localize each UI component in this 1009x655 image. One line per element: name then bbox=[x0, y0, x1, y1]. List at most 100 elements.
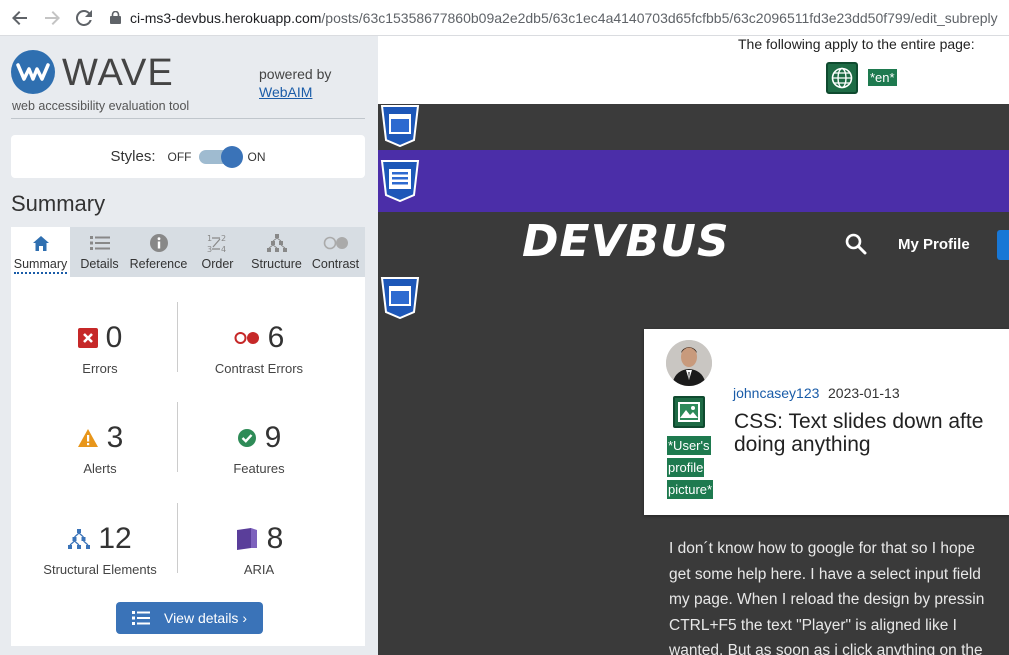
tab-label: Contrast bbox=[311, 257, 360, 271]
summary-panel: 0 Errors 6 Contrast Errors 3 Alerts 9 Fe… bbox=[11, 277, 365, 646]
view-details-label: View details › bbox=[163, 610, 247, 626]
aria-stat[interactable]: 8 ARIA bbox=[176, 522, 342, 577]
list-icon bbox=[89, 233, 110, 253]
structural-icon bbox=[68, 529, 91, 549]
list-icon bbox=[131, 611, 150, 625]
alt-text-line: profile bbox=[667, 458, 705, 477]
url-host: ci-ms3-devbus.herokuapp.com bbox=[130, 9, 322, 26]
post-body: I don´t know how to google for that so I… bbox=[669, 536, 1009, 655]
info-icon bbox=[149, 233, 168, 253]
top-strip bbox=[378, 104, 1009, 150]
post-body-line: I don´t know how to google for that so I… bbox=[669, 540, 975, 557]
tab-contrast[interactable]: Contrast bbox=[306, 227, 365, 277]
contrast-errors-stat[interactable]: 6 Contrast Errors bbox=[176, 321, 342, 376]
forward-arrow-icon[interactable] bbox=[36, 2, 68, 34]
home-icon bbox=[32, 233, 50, 253]
url-path: /posts/63c15358677860b09a2e2db5/63c1ec4a… bbox=[321, 9, 998, 26]
errors-label: Errors bbox=[82, 361, 118, 376]
tab-label: Structure bbox=[251, 257, 302, 271]
webaim-link[interactable]: WebAIM bbox=[259, 84, 312, 100]
language-tag: *en* bbox=[868, 69, 897, 86]
post-author-link[interactable]: johncasey123 bbox=[733, 385, 819, 401]
aria-icon bbox=[235, 527, 259, 551]
browser-toolbar: ci-ms3-devbus.herokuapp.com/posts/63c153… bbox=[0, 0, 1009, 36]
error-icon bbox=[77, 328, 98, 348]
toggle-knob bbox=[220, 145, 243, 168]
features-count: 9 bbox=[264, 421, 282, 454]
tab-details[interactable]: Details bbox=[70, 227, 129, 277]
tab-structure[interactable]: Structure bbox=[247, 227, 306, 277]
tab-label: Reference bbox=[129, 257, 188, 271]
lock-icon bbox=[108, 11, 122, 25]
post-body-line: wanted. But as soon as i click anything … bbox=[669, 642, 983, 655]
aria-landmark-icon[interactable] bbox=[380, 105, 420, 148]
alerts-label: Alerts bbox=[83, 461, 117, 476]
entire-page-notice: The following apply to the entire page: bbox=[738, 36, 975, 52]
order-icon: 12 3 4 bbox=[207, 233, 229, 253]
post-title-line: doing anything bbox=[734, 433, 871, 456]
tab-summary[interactable]: Summary bbox=[11, 227, 70, 277]
features-label: Features bbox=[233, 461, 285, 476]
styles-label: Styles: bbox=[110, 148, 156, 165]
search-icon[interactable] bbox=[845, 233, 867, 255]
language-globe-icon[interactable] bbox=[826, 62, 858, 94]
svg-text:4: 4 bbox=[221, 245, 226, 253]
post-card: *User's profile picture* johncasey123 20… bbox=[644, 329, 1009, 515]
address-bar[interactable]: ci-ms3-devbus.herokuapp.com/posts/63c153… bbox=[108, 4, 1009, 32]
my-profile-link[interactable]: My Profile bbox=[898, 236, 970, 253]
back-arrow-icon[interactable] bbox=[4, 2, 36, 34]
styles-toggle-box: Styles: OFF ON bbox=[11, 135, 365, 178]
devbus-logo[interactable]: DEVBUS bbox=[522, 216, 730, 267]
view-details-button[interactable]: View details › bbox=[116, 602, 263, 634]
post-title-line: CSS: Text slides down afte bbox=[734, 410, 984, 433]
powered-by-text: powered by bbox=[259, 66, 332, 82]
aria-label: ARIA bbox=[243, 562, 275, 577]
reload-icon[interactable] bbox=[68, 2, 100, 34]
svg-text:2: 2 bbox=[221, 234, 226, 243]
tab-label: Summary bbox=[13, 257, 68, 274]
errors-count: 0 bbox=[105, 321, 123, 354]
post-title: CSS: Text slides down afte doing anythin… bbox=[734, 410, 1009, 456]
post-body-line: my page. When I reload the design by pre… bbox=[669, 591, 985, 608]
styles-toggle[interactable] bbox=[198, 145, 243, 168]
aria-main-landmark-icon[interactable] bbox=[380, 277, 420, 320]
post-body-line: CTRL+F5 the text "Player" is aligned lik… bbox=[669, 616, 957, 634]
features-stat[interactable]: 9 Features bbox=[176, 421, 342, 476]
feature-check-icon bbox=[237, 428, 257, 448]
structure-icon bbox=[266, 233, 287, 253]
tab-order[interactable]: 12 3 4 Order bbox=[188, 227, 247, 277]
header-divider bbox=[11, 118, 365, 119]
wave-tabs: Summary Details Reference 12 3 4 Order Str… bbox=[11, 227, 365, 277]
structural-count: 12 bbox=[98, 522, 132, 555]
wave-header: WAVE web accessibility evaluation tool p… bbox=[0, 36, 378, 120]
structural-stat[interactable]: 12 Structural Elements bbox=[17, 522, 183, 577]
evaluated-page: The following apply to the entire page: … bbox=[378, 36, 1009, 655]
tab-label: Order bbox=[201, 257, 234, 271]
wave-sidebar: WAVE web accessibility evaluation tool p… bbox=[0, 36, 378, 655]
alert-icon bbox=[77, 428, 99, 448]
tab-reference[interactable]: Reference bbox=[129, 227, 188, 277]
post-date: 2023-01-13 bbox=[828, 385, 900, 401]
alt-text-line: *User's bbox=[667, 436, 711, 455]
styles-on-label: ON bbox=[247, 149, 266, 164]
aria-count: 8 bbox=[266, 522, 284, 555]
contrast-error-icon bbox=[234, 331, 260, 345]
wave-logo-icon bbox=[11, 50, 55, 94]
tab-label: Details bbox=[80, 257, 119, 271]
image-alt-icon[interactable] bbox=[673, 396, 705, 428]
post-body-line: get some help here. I have a select inpu… bbox=[669, 565, 981, 583]
wave-tagline: web accessibility evaluation tool bbox=[12, 99, 190, 113]
alt-text-line: picture* bbox=[667, 480, 714, 499]
contrast-errors-label: Contrast Errors bbox=[214, 361, 304, 376]
user-avatar[interactable] bbox=[666, 340, 712, 386]
contrast-errors-count: 6 bbox=[267, 321, 285, 354]
page-level-annotations: The following apply to the entire page: … bbox=[378, 36, 1009, 104]
errors-stat[interactable]: 0 Errors bbox=[17, 321, 183, 376]
nav-action-button[interactable] bbox=[997, 230, 1009, 260]
summary-heading: Summary bbox=[11, 191, 106, 216]
svg-text:3: 3 bbox=[207, 245, 212, 253]
alerts-stat[interactable]: 3 Alerts bbox=[17, 421, 183, 476]
contrast-icon bbox=[323, 233, 349, 253]
aria-list-icon[interactable] bbox=[380, 160, 420, 203]
wave-title: WAVE bbox=[62, 52, 174, 94]
